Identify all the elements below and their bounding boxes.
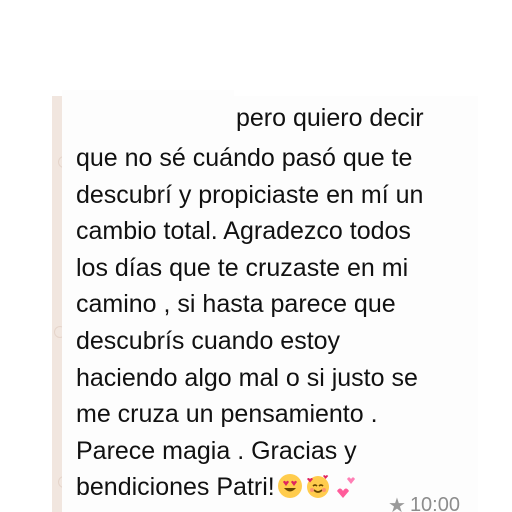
star-icon: ★ xyxy=(388,494,406,512)
chat-screen: pero quiero decir que no sé cuándo pasó … xyxy=(0,0,512,512)
message-line: descubrís cuando estoy xyxy=(76,326,341,355)
message-time: 10:00 xyxy=(409,494,460,512)
smiling-face-with-hearts-emoji-icon xyxy=(305,473,331,510)
message-line: camino , si hasta parece que xyxy=(76,290,396,319)
message-line: los días que te cruzaste en mi xyxy=(76,253,409,282)
message-line: haciendo algo mal o si justo se xyxy=(76,363,418,392)
heart-eyes-emoji-icon xyxy=(277,473,303,510)
message-line: cambio total. Agradezco todos xyxy=(76,217,411,246)
message-text: que no sé cuándo pasó que te descubrí y … xyxy=(76,140,460,510)
message-partial-line: pero quiero decir xyxy=(236,104,424,132)
message-line: me cruza un pensamiento . xyxy=(76,400,378,429)
message-line: Parece magia . Gracias y xyxy=(76,436,357,465)
message-line: bendiciones Patri! xyxy=(76,473,275,502)
message-line: descubrí y propiciaste en mí un xyxy=(76,180,424,209)
bubble-cutoff-area xyxy=(62,90,234,126)
two-hearts-emoji-icon xyxy=(333,473,359,510)
message-line: que no sé cuándo pasó que te xyxy=(76,144,413,172)
message-meta: ★ 10:00 xyxy=(388,494,460,512)
